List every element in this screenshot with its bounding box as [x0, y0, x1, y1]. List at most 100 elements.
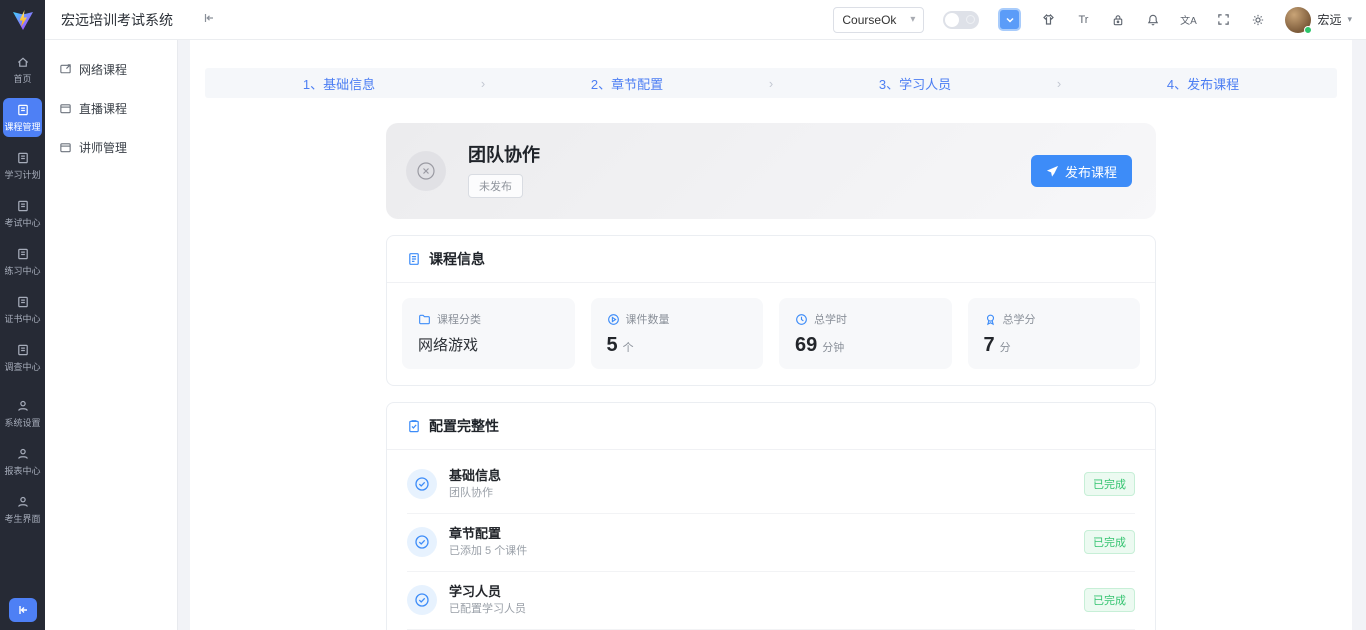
primary-sidebar: 首页 课程管理 学习计划 考试中心 练习中心 证书中心: [0, 0, 45, 630]
sidebar-item-practice-center[interactable]: 练习中心: [3, 242, 42, 281]
network-course-icon: [59, 63, 72, 76]
check-item-title: 学习人员: [449, 583, 526, 600]
top-header: 宏远培训考试系统 CourseOk ▾ T: [45, 0, 1366, 40]
font-size-button[interactable]: Tr: [1075, 12, 1091, 28]
sidebar-item-report-center[interactable]: 报表中心: [3, 442, 42, 481]
environment-select[interactable]: CourseOk ▾: [833, 7, 924, 33]
person-icon: [16, 399, 30, 413]
step-basic-info[interactable]: 1、基础信息: [205, 74, 473, 93]
submenu-item-label: 讲师管理: [79, 139, 127, 156]
status-badge: 已完成: [1084, 588, 1135, 612]
stat-total-credits: 总学分 7 分: [968, 298, 1141, 369]
folder-icon: [418, 313, 431, 326]
menu-collapse-icon[interactable]: [203, 12, 215, 27]
course-status-badge: 未发布: [468, 174, 523, 198]
completeness-header: 配置完整性: [387, 403, 1155, 450]
stat-value-row: 7 分: [984, 334, 1125, 357]
user-menu[interactable]: 宏远 ▾: [1285, 7, 1352, 33]
publish-course-label: 发布课程: [1065, 162, 1117, 181]
stat-value: 5: [607, 334, 618, 357]
stat-value-row: 69 分钟: [795, 334, 936, 357]
fullscreen-button[interactable]: [1215, 12, 1231, 28]
sidebar-item-candidate-view[interactable]: 考生界面: [3, 490, 42, 529]
submenu-item-label: 直播课程: [79, 100, 127, 117]
stat-value: 7: [984, 334, 995, 357]
stat-total-hours: 总学时 69 分钟: [779, 298, 952, 369]
stat-label: 总学分: [1003, 311, 1036, 327]
accent-dropdown-button[interactable]: [998, 8, 1021, 31]
language-switch-button[interactable]: 文A: [1180, 12, 1196, 28]
theme-skin-button[interactable]: [1040, 12, 1056, 28]
doc-icon: [16, 247, 30, 261]
sidebar-item-survey-center[interactable]: 调查中心: [3, 338, 42, 377]
sidebar-item-label: 课程管理: [4, 120, 40, 133]
step-learners[interactable]: 3、学习人员: [781, 74, 1049, 93]
step-publish-course[interactable]: 4、发布课程: [1069, 74, 1337, 93]
stat-category: 课程分类 网络游戏: [402, 298, 575, 369]
stat-unit: 个: [623, 339, 634, 355]
publish-course-button[interactable]: 发布课程: [1031, 155, 1132, 187]
bell-icon: [1146, 13, 1160, 27]
submenu-item-network-course[interactable]: 网络课程: [45, 50, 177, 89]
document-icon: [407, 252, 421, 266]
sidebar-item-label: 考试中心: [4, 216, 40, 229]
check-item-learners: 学习人员 已配置学习人员 已完成: [407, 571, 1135, 629]
user-name: 宏远: [1317, 11, 1341, 28]
primary-nav: 首页 课程管理 学习计划 考试中心 练习中心 证书中心: [0, 40, 45, 598]
sidebar-item-exam-center[interactable]: 考试中心: [3, 194, 42, 233]
chevron-down-icon: [1005, 15, 1015, 25]
course-heading: 团队协作 未发布: [468, 144, 540, 198]
course-cover-placeholder: [406, 151, 446, 191]
lock-icon: [1111, 13, 1125, 27]
settings-button[interactable]: [1250, 12, 1266, 28]
chevron-right-icon: ›: [761, 76, 781, 91]
sidebar-item-label: 系统设置: [4, 416, 40, 429]
step-chapter-config[interactable]: 2、章节配置: [493, 74, 761, 93]
content-panel: 1、基础信息 › 2、章节配置 › 3、学习人员 › 4、发布课程: [190, 40, 1352, 630]
sidebar-item-course-mgmt[interactable]: 课程管理: [3, 98, 42, 137]
doc-icon: [16, 343, 30, 357]
sidebar-item-study-plan[interactable]: 学习计划: [3, 146, 42, 185]
chevron-right-icon: ›: [473, 76, 493, 91]
toggle-state-icon: [966, 15, 975, 24]
course-title: 团队协作: [468, 144, 540, 166]
sidebar-item-label: 练习中心: [4, 264, 40, 277]
theme-toggle[interactable]: [943, 11, 979, 29]
sidebar-item-certificate-center[interactable]: 证书中心: [3, 290, 42, 329]
stat-label: 总学时: [814, 311, 847, 327]
clock-icon: [795, 313, 808, 326]
doc-icon: [16, 295, 30, 309]
step-wizard: 1、基础信息 › 2、章节配置 › 3、学习人员 › 4、发布课程: [205, 68, 1337, 98]
clipboard-check-icon: [407, 419, 421, 433]
home-icon: [16, 55, 30, 69]
course-info-header: 课程信息: [387, 236, 1155, 283]
secondary-sidebar: 网络课程 直播课程 讲师管理: [45, 40, 178, 630]
submenu-item-live-course[interactable]: 直播课程: [45, 89, 177, 128]
notifications-button[interactable]: [1145, 12, 1161, 28]
check-circle-icon: [414, 592, 430, 608]
check-item-texts: 章节配置 已添加 5 个课件: [449, 525, 527, 559]
check-item-texts: 基础信息 团队协作: [449, 467, 501, 501]
stat-courseware-count: 课件数量 5 个: [591, 298, 764, 369]
stat-unit: 分钟: [822, 339, 844, 355]
person-icon: [16, 495, 30, 509]
circle-x-icon: [415, 160, 437, 182]
send-icon: [1046, 165, 1059, 178]
sidebar-item-label: 调查中心: [4, 360, 40, 373]
stat-label-row: 总学时: [795, 311, 936, 327]
lock-screen-button[interactable]: [1110, 12, 1126, 28]
check-item-subtitle: 已添加 5 个课件: [449, 544, 527, 559]
submenu-item-lecturer-mgmt[interactable]: 讲师管理: [45, 128, 177, 167]
stat-label-row: 课程分类: [418, 311, 559, 327]
sidebar-item-label: 证书中心: [4, 312, 40, 325]
sidebar-collapse-button[interactable]: [9, 598, 37, 622]
person-icon: [16, 447, 30, 461]
user-avatar: [1285, 7, 1311, 33]
check-item-chapter-config: 章节配置 已添加 5 个课件 已完成: [407, 513, 1135, 571]
chevron-right-icon: ›: [1049, 76, 1069, 91]
sidebar-item-system-settings[interactable]: 系统设置: [3, 394, 42, 433]
sidebar-item-home[interactable]: 首页: [3, 50, 42, 89]
check-item-basic-info: 基础信息 团队协作 已完成: [407, 456, 1135, 513]
submenu-item-label: 网络课程: [79, 61, 127, 78]
play-circle-icon: [607, 313, 620, 326]
